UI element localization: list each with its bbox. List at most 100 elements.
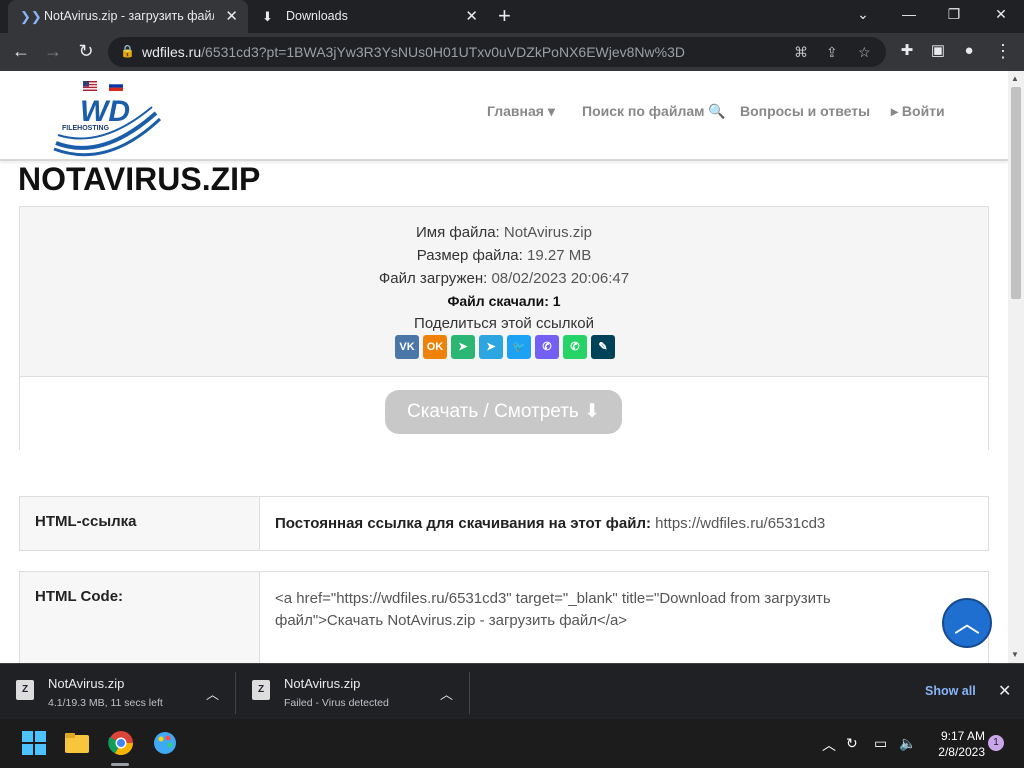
tab-search-chevron-icon[interactable]: ⌄: [853, 6, 873, 23]
tab-notavirus[interactable]: ❯❯ NotAvirus.zip - загрузить файл ✕: [8, 0, 248, 33]
html-code-label: HTML Code:: [20, 572, 260, 663]
bookmark-star-icon[interactable]: ☆: [858, 44, 871, 61]
windows-start-icon[interactable]: [20, 729, 48, 757]
twitter-share-icon[interactable]: 🐦: [507, 335, 531, 359]
download-item[interactable]: Z NotAvirus.zip Failed - Virus detected …: [236, 664, 469, 720]
file-size-label: Размер файла:: [416, 247, 523, 264]
tray-overflow-chevron-icon[interactable]: ︿: [822, 735, 836, 755]
html-code-value[interactable]: <a href="https://wdfiles.ru/6531cd3" tar…: [260, 572, 988, 663]
viber-share-icon[interactable]: ✆: [535, 335, 559, 359]
download-status: 4.1/19.3 MB, 11 secs left: [48, 697, 163, 709]
file-name-value: NotAvirus.zip: [503, 224, 592, 241]
tab-close-icon[interactable]: ✕: [465, 7, 478, 25]
security-update-icon[interactable]: ↻: [846, 735, 858, 752]
paint-icon[interactable]: [151, 729, 179, 757]
close-window-icon[interactable]: ✕: [991, 6, 1011, 23]
download-filename: NotAvirus.zip: [284, 676, 361, 691]
permalink-url[interactable]: https://wdfiles.ru/6531cd3: [655, 515, 825, 532]
file-size-line: Размер файла: 19.27 MB: [20, 247, 988, 264]
download-filename: NotAvirus.zip: [48, 676, 125, 691]
telegram-share-icon[interactable]: ➤: [479, 335, 503, 359]
scroll-to-top-button[interactable]: ︿: [942, 598, 992, 648]
url-text[interactable]: wdfiles.ru/6531cd3?pt=1BWA3jYw3R3YsNUs0H…: [142, 44, 685, 60]
file-uploaded-line: Файл загружен: 08/02/2023 20:06:47: [20, 270, 988, 287]
site-logo[interactable]: WD FILEHOSTING: [52, 79, 162, 159]
html-link-cell: Постоянная ссылка для скачивания на этот…: [260, 497, 988, 550]
zip-file-icon: Z: [252, 680, 270, 700]
browser-toolbar: ← → ↻ 🔒 wdfiles.ru/6531cd3?pt=1BWA3jYw3R…: [0, 33, 1024, 71]
download-status: Failed - Virus detected: [284, 697, 389, 709]
nav-login[interactable]: ▸ Войти: [891, 103, 945, 120]
file-info-box: Имя файла: NotAvirus.zip Размер файла: 1…: [19, 206, 989, 450]
minimize-icon[interactable]: —: [899, 6, 919, 22]
clock-date: 2/8/2023: [938, 745, 985, 759]
file-name-line: Имя файла: NotAvirus.zip: [20, 224, 988, 241]
logo-subtext: FILEHOSTING: [62, 125, 110, 132]
side-panel-icon[interactable]: ▣: [927, 41, 949, 61]
chrome-icon[interactable]: [107, 729, 135, 757]
profile-icon[interactable]: ●: [958, 41, 980, 61]
back-icon[interactable]: ←: [10, 41, 32, 61]
messenger-share-icon[interactable]: ➤: [451, 335, 475, 359]
system-clock[interactable]: 9:17 AM 2/8/2023: [925, 728, 985, 760]
site-header: WD FILEHOSTING Главная ▾ Поиск по файлам…: [0, 71, 1008, 161]
url-host: wdfiles.ru: [142, 44, 202, 60]
scroll-down-icon[interactable]: ▼: [1011, 650, 1019, 659]
tab-title: NotAvirus.zip - загрузить файл: [44, 9, 214, 23]
tab-title: Downloads: [286, 9, 348, 23]
windows-taskbar: ︿ ↻ ▭ 🔈 9:17 AM 2/8/2023 1: [0, 719, 1024, 768]
reload-icon[interactable]: ↻: [75, 41, 97, 61]
whatsapp-share-icon[interactable]: ✆: [563, 335, 587, 359]
file-name-label: Имя файла:: [416, 224, 500, 241]
share-label: Поделиться этой ссылкой: [414, 315, 594, 332]
lock-icon[interactable]: 🔒: [120, 44, 135, 58]
active-app-indicator: [111, 763, 129, 766]
translate-icon[interactable]: ⌘: [794, 44, 808, 61]
web-page: WD FILEHOSTING Главная ▾ Поиск по файлам…: [0, 71, 1008, 663]
tab-close-icon[interactable]: ✕: [225, 7, 238, 25]
page-title: NOTAVIRUS.ZIP: [18, 161, 261, 197]
restore-icon[interactable]: ❐: [944, 6, 964, 23]
download-item[interactable]: Z NotAvirus.zip 4.1/19.3 MB, 11 secs lef…: [0, 664, 235, 720]
address-bar[interactable]: 🔒 wdfiles.ru/6531cd3?pt=1BWA3jYw3R3YsNUs…: [108, 37, 886, 67]
nav-file-search[interactable]: Поиск по файлам 🔍: [582, 103, 726, 120]
divider: [469, 672, 470, 714]
share-buttons: VK OK ➤ ➤ 🐦 ✆ ✆ ✎: [395, 335, 615, 359]
file-size-value: 19.27 MB: [527, 247, 592, 264]
html-link-row: HTML-ссылка Постоянная ссылка для скачив…: [19, 496, 989, 551]
scroll-up-icon[interactable]: ▲: [1011, 74, 1019, 83]
notification-badge[interactable]: 1: [988, 735, 1004, 751]
livejournal-share-icon[interactable]: ✎: [591, 335, 615, 359]
clock-time: 9:17 AM: [940, 729, 985, 743]
page-scrollbar[interactable]: ▲ ▼: [1008, 71, 1024, 663]
menu-icon[interactable]: ⋮: [992, 41, 1014, 61]
nav-home[interactable]: Главная ▾: [487, 103, 555, 120]
chevron-up-icon[interactable]: ︿: [440, 684, 453, 703]
permalink-label: Постоянная ссылка для скачивания на этот…: [275, 515, 651, 532]
odnoklassniki-share-icon[interactable]: OK: [423, 335, 447, 359]
chevron-up-icon[interactable]: ︿: [206, 684, 219, 703]
html-link-label: HTML-ссылка: [20, 497, 260, 550]
scrollbar-thumb[interactable]: [1011, 87, 1021, 299]
file-explorer-icon[interactable]: [63, 729, 91, 757]
download-section: Скачать / Смотреть ⬇: [20, 376, 988, 450]
downloads-bar: Z NotAvirus.zip 4.1/19.3 MB, 11 secs lef…: [0, 663, 1024, 719]
vk-share-icon[interactable]: VK: [395, 335, 419, 359]
forward-icon[interactable]: →: [42, 41, 64, 61]
tab-downloads[interactable]: ⬇ Downloads ✕: [250, 0, 488, 33]
network-icon[interactable]: ▭: [874, 735, 887, 752]
logo-text: WD: [80, 95, 130, 128]
download-view-button[interactable]: Скачать / Смотреть ⬇: [385, 390, 622, 434]
url-path: /6531cd3?pt=1BWA3jYw3R3YsNUs0H01UTxv0uVD…: [201, 44, 685, 60]
tab-strip: ❯❯ NotAvirus.zip - загрузить файл ✕ ⬇ Do…: [0, 0, 1024, 33]
download-icon: ⬇: [262, 9, 273, 24]
download-count: Файл скачали: 1: [447, 293, 561, 309]
nav-faq[interactable]: Вопросы и ответы: [740, 103, 870, 119]
close-downloads-bar-icon[interactable]: ✕: [998, 681, 1011, 701]
show-all-button[interactable]: Show all: [925, 684, 976, 698]
extensions-icon[interactable]: ✚: [896, 41, 918, 61]
share-icon[interactable]: ⇪: [826, 44, 838, 61]
new-tab-button[interactable]: +: [498, 4, 511, 28]
volume-icon[interactable]: 🔈: [899, 735, 916, 752]
zip-file-icon: Z: [16, 680, 34, 700]
